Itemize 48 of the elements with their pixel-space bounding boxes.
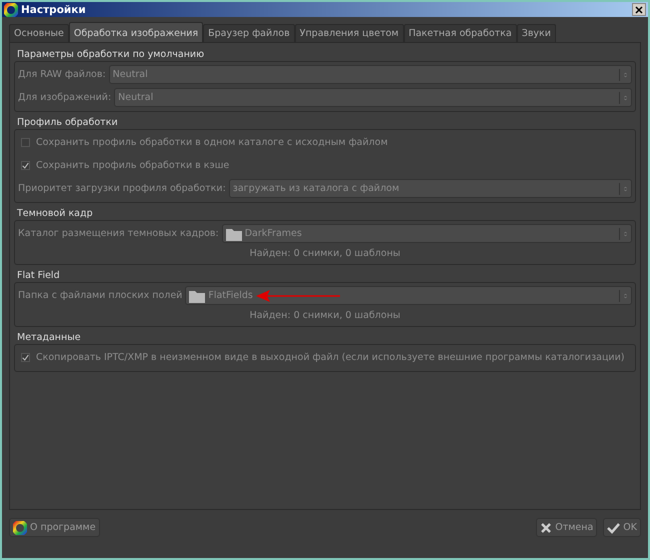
close-icon — [634, 4, 644, 14]
folder-icon — [189, 288, 206, 302]
field-label: Каталог размещения темновых кадров: — [18, 228, 219, 239]
tab[interactable]: Звуки — [516, 24, 556, 42]
checkbox[interactable] — [21, 161, 30, 170]
check-icon — [22, 161, 29, 170]
check-icon — [607, 522, 620, 534]
checkbox[interactable] — [21, 353, 30, 362]
checkbox[interactable] — [21, 138, 30, 147]
check-icon — [22, 353, 29, 362]
dropdown[interactable]: Neutral — [114, 88, 632, 107]
ok-button[interactable]: OK — [603, 518, 641, 537]
status-text: Найден: 0 снимки, 0 шаблоны — [248, 247, 402, 261]
color-wheel-icon — [13, 520, 27, 534]
tab[interactable]: Управления цветом — [294, 24, 404, 42]
close-button[interactable] — [632, 3, 646, 16]
dropdown[interactable]: загружать из каталога с файлом — [228, 179, 632, 198]
spinner-arrows-icon — [619, 182, 627, 194]
dropdown[interactable]: Neutral — [108, 65, 632, 84]
spinner-arrows-icon — [619, 68, 627, 80]
field-label: Приоритет загрузки профиля обработки: — [18, 183, 226, 194]
group-title: Параметры обработки по умолчанию — [16, 49, 206, 61]
group-title: Метаданные — [16, 332, 82, 344]
tab[interactable]: Основные — [9, 24, 69, 42]
cancel-button[interactable]: Отмена — [536, 518, 598, 537]
folder-icon — [226, 226, 242, 240]
checkbox-label: Сохранить профиль обработки в одном каталоге с исходным файлом — [36, 137, 388, 148]
checkbox-label: Сохранить профиль обработки в кэше — [36, 160, 230, 171]
tab[interactable]: Пакетная обработка — [404, 24, 517, 42]
dropdown[interactable]: FlatFields — [185, 286, 632, 305]
about-button[interactable]: О программе — [9, 518, 100, 537]
group-title: Профиль обработки — [16, 117, 119, 129]
spinner-arrows-icon — [619, 92, 627, 104]
group-title: Темновой кадр — [16, 208, 94, 220]
tab[interactable]: Обработка изображения — [68, 22, 204, 42]
field-label: Для изображений: — [18, 92, 112, 103]
checkbox-label: Скопировать IPTC/XMP в неизменном виде в выходной файл (если используете внешние программы каталогизации) — [36, 352, 624, 363]
status-text: Найден: 0 снимки, 0 шаблоны — [248, 309, 402, 323]
spinner-arrows-icon — [619, 290, 627, 302]
app-logo-icon — [4, 2, 18, 16]
group-title: Flat Field — [16, 270, 61, 282]
spinner-arrows-icon — [619, 228, 627, 240]
field-label: Папка с файлами плоских полей — [18, 290, 182, 301]
window-title: Настройки — [21, 4, 87, 16]
field-label: Для RAW файлов: — [18, 69, 106, 80]
close-icon — [540, 522, 552, 534]
tab[interactable]: Браузер файлов — [203, 24, 295, 42]
dropdown[interactable]: DarkFrames — [222, 224, 632, 243]
